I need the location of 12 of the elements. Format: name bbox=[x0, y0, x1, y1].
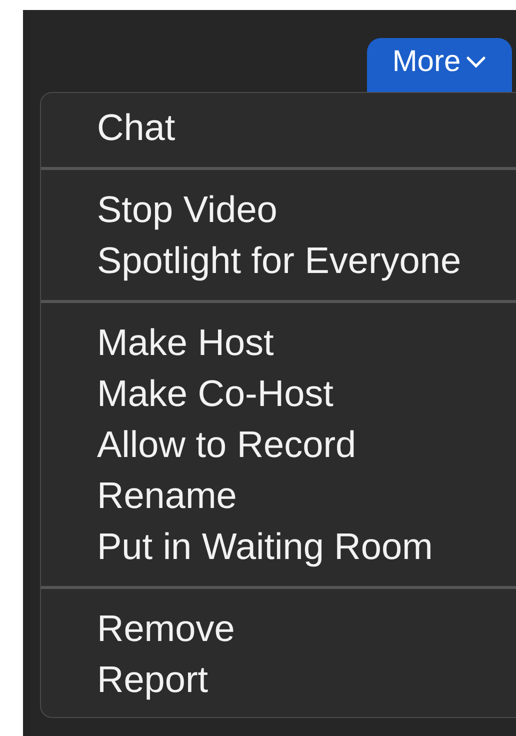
menu-item[interactable]: Put in Waiting Room bbox=[41, 521, 516, 572]
menu-item[interactable]: Rename bbox=[41, 470, 516, 521]
menu-item[interactable]: Stop Video bbox=[41, 184, 516, 235]
more-button[interactable]: More bbox=[367, 38, 512, 92]
caret-icon bbox=[464, 55, 487, 69]
menu-item[interactable]: Remove bbox=[41, 603, 516, 654]
menu-item[interactable]: Chat bbox=[41, 102, 516, 153]
menu-item[interactable]: Make Co-Host bbox=[41, 368, 516, 419]
menu-item[interactable]: Spotlight for Everyone bbox=[41, 235, 516, 286]
menu-item[interactable]: Make Host bbox=[41, 317, 516, 368]
menu-item[interactable]: Report bbox=[41, 654, 516, 705]
menu-item[interactable]: Allow to Record bbox=[41, 419, 516, 470]
